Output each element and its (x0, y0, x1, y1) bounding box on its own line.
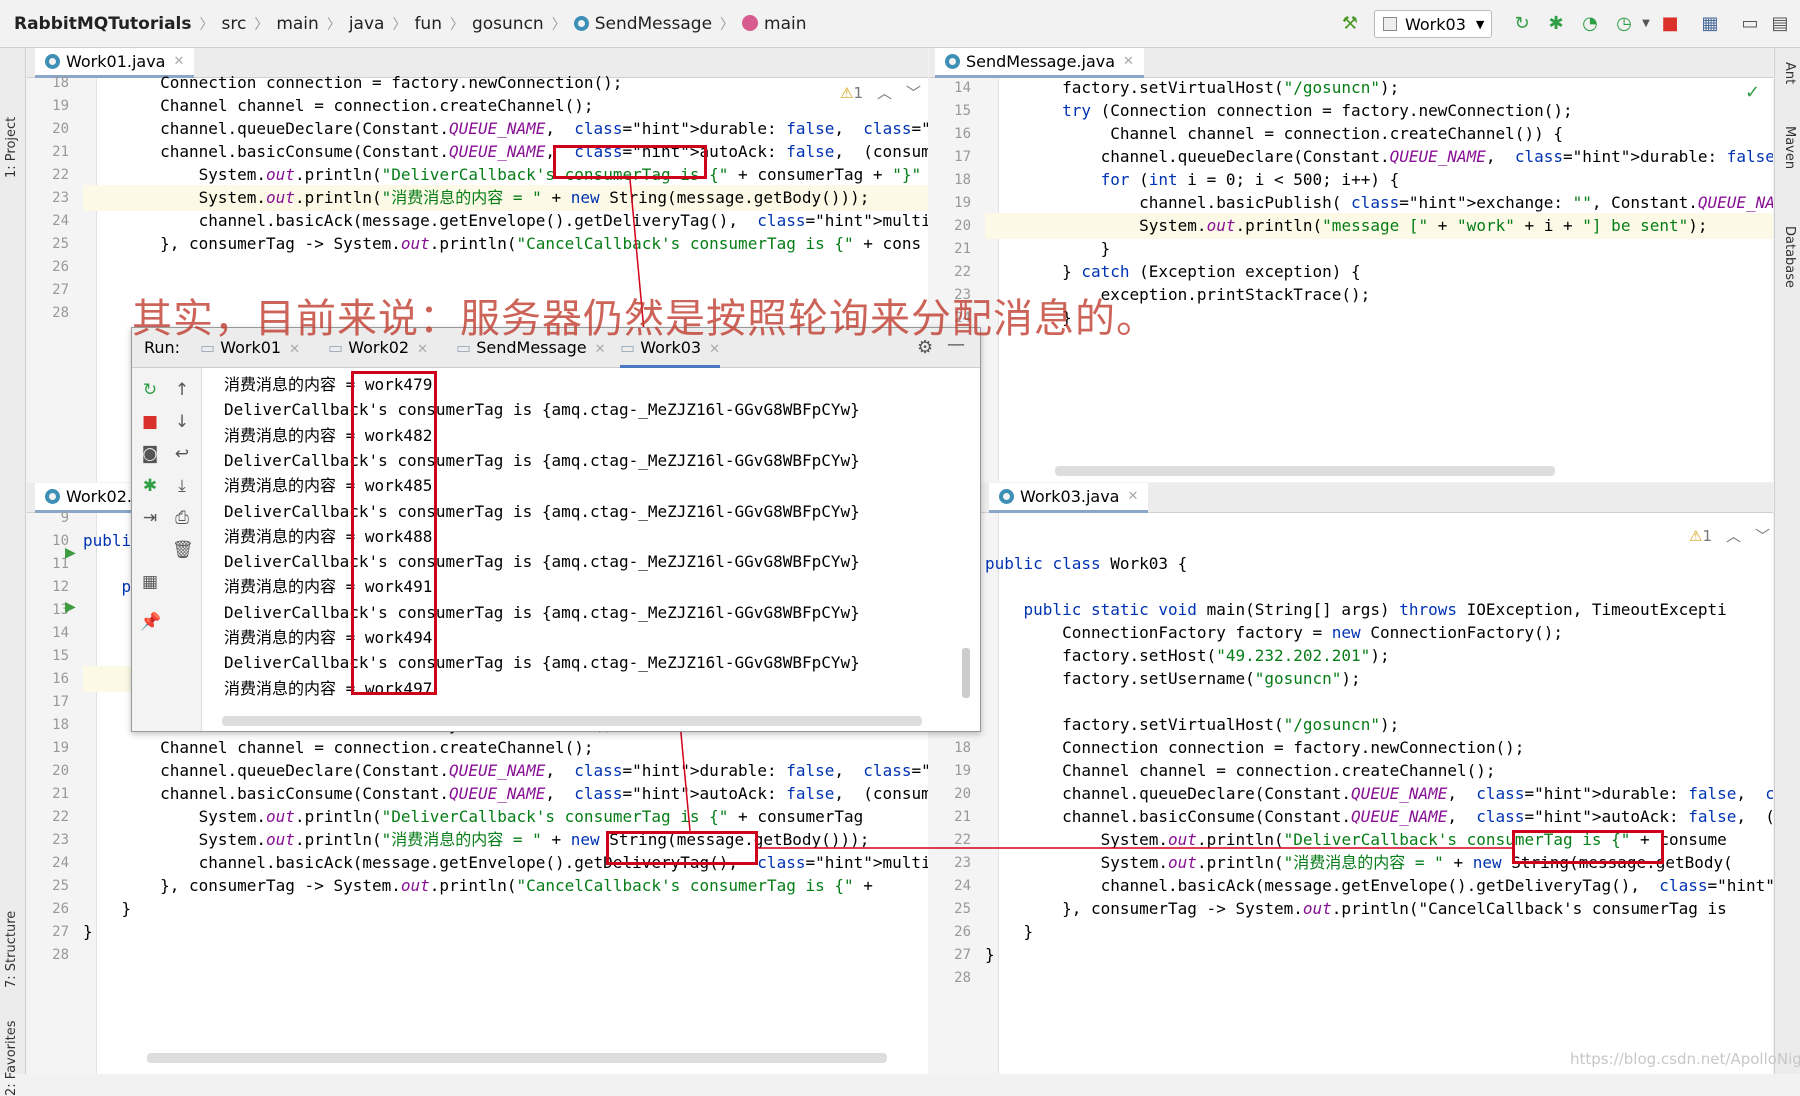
console-line: DeliverCallback's consumerTag is {amq.ct… (224, 450, 860, 470)
work-id-highlight-box (351, 371, 437, 695)
run-tool-window[interactable]: Run: ▭ Work01 ✕ ▭ Work02 ✕ ▭ SendMessage ✕ … (131, 327, 981, 732)
console-line: DeliverCallback's consumerTag is {amq.ct… (224, 653, 860, 673)
print-icon[interactable]: ⎙ (172, 508, 192, 528)
run-toolbar: ↻ ↑ ■ ↓ ◙ ↩ ✱ ⤓ ⇥ ⎙ 🗑 ▦ 📌 (132, 368, 202, 731)
rerun-icon[interactable]: ↻ (140, 380, 160, 400)
horizontal-scrollbar[interactable] (222, 716, 922, 726)
scroll-to-end-icon[interactable]: ⤓ (172, 476, 192, 496)
exit-icon[interactable]: ⇥ (140, 508, 160, 528)
close-icon[interactable]: ✕ (289, 342, 300, 357)
close-icon[interactable]: ✕ (417, 342, 428, 357)
stop-icon[interactable]: ■ (140, 412, 160, 432)
close-icon[interactable]: ✕ (709, 342, 720, 357)
console-line: DeliverCallback's consumerTag is {amq.ct… (224, 552, 860, 572)
console-line: DeliverCallback's consumerTag is {amq.ct… (224, 501, 860, 521)
console-line: DeliverCallback's consumerTag is {amq.ct… (224, 602, 860, 622)
annotation-caption: 其实，目前来说：服务器仍然是按照轮询来分配消息的。 (132, 296, 1157, 342)
layout-icon[interactable]: ▦ (140, 572, 160, 592)
arrow-down-icon[interactable]: ↓ (172, 412, 192, 432)
camera-icon[interactable]: ◙ (140, 444, 160, 464)
console-line: DeliverCallback's consumerTag is {amq.ct… (224, 400, 860, 420)
watermark: https://blog.csdn.net/ApolloNig (1570, 1050, 1800, 1068)
arrow-up-icon[interactable]: ↑ (172, 380, 192, 400)
close-icon[interactable]: ✕ (595, 342, 606, 357)
soft-wrap-icon[interactable]: ↩ (172, 444, 192, 464)
trash-icon[interactable]: 🗑 (172, 540, 194, 560)
debug-icon[interactable]: ✱ (140, 476, 160, 496)
pin-icon[interactable]: 📌 (140, 612, 161, 632)
vertical-scrollbar[interactable] (962, 648, 970, 698)
